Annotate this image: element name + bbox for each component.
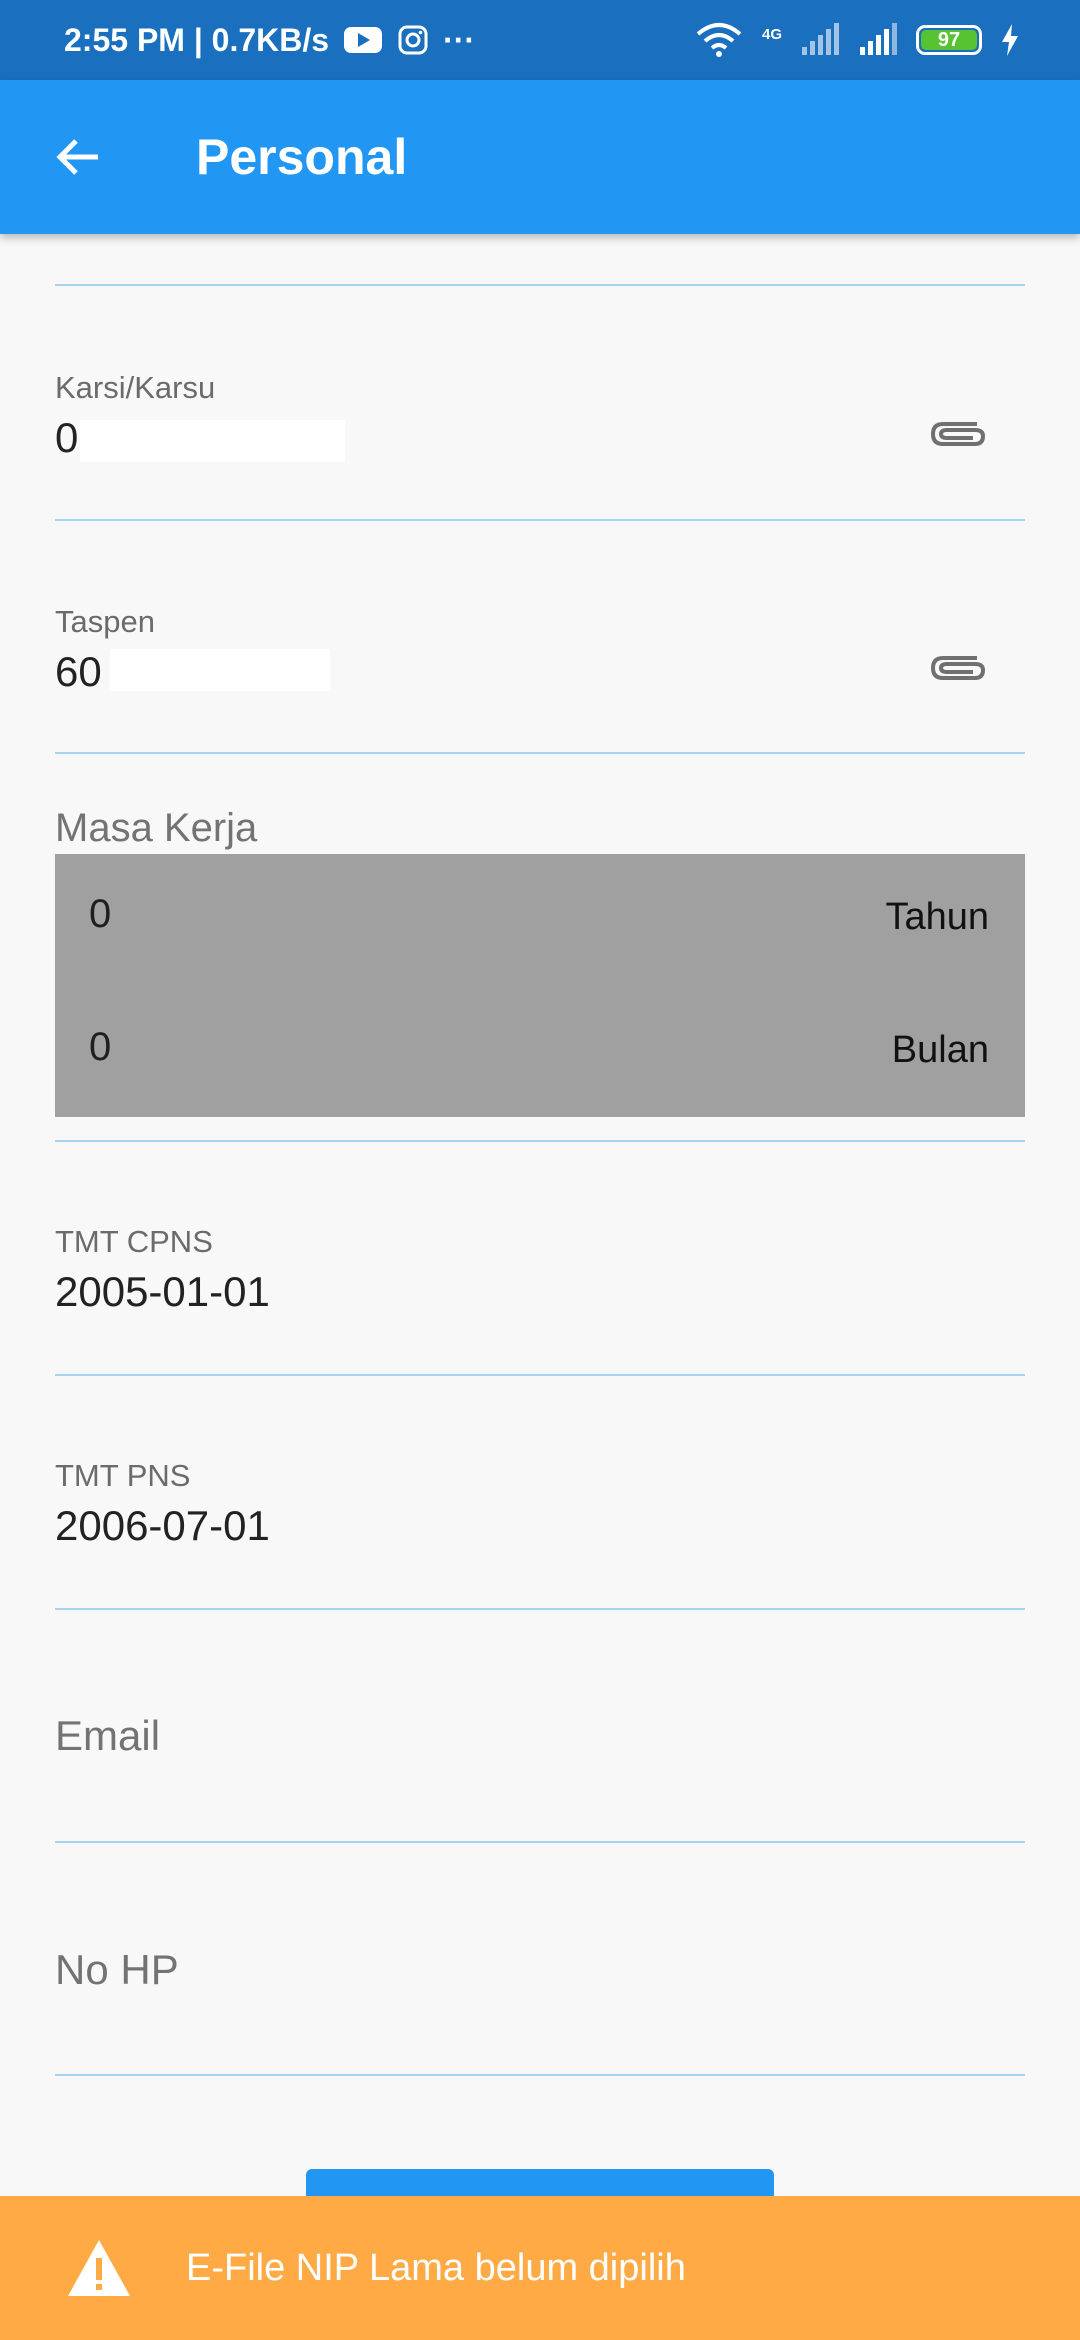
status-bar: 2:55 PM | 0.7KB/s ··· 4G 97: [0, 0, 1080, 80]
karsi-value: 0: [55, 414, 79, 461]
status-left: 2:55 PM | 0.7KB/s ···: [64, 22, 475, 59]
battery-level: 97: [937, 28, 961, 51]
divider: [55, 1374, 1025, 1376]
email-hint: Email: [55, 1712, 161, 1759]
divider: [55, 1140, 1025, 1142]
status-right: 4G 97: [694, 22, 1020, 58]
snackbar-message: E-File NIP Lama belum dipilih: [186, 2246, 686, 2289]
wifi-icon: [696, 23, 742, 57]
bulan-value: 0: [89, 1025, 112, 1069]
masa-kerja-panel: 0 Tahun 0 Bulan: [55, 854, 1025, 1117]
tmt-pns-value: 2006-07-01: [55, 1502, 270, 1549]
charging-icon: [1002, 24, 1018, 56]
divider: [55, 752, 1025, 754]
status-time: 2:55 PM | 0.7KB/s: [64, 21, 330, 58]
paperclip-icon[interactable]: [929, 414, 989, 454]
tahun-unit: Tahun: [885, 896, 989, 938]
app-bar: Personal: [0, 80, 1080, 234]
masa-kerja-bulan-row[interactable]: 0 Bulan: [55, 997, 1025, 1097]
divider: [55, 1608, 1025, 1610]
snackbar: E-File NIP Lama belum dipilih: [0, 2196, 1080, 2340]
page-title: Personal: [196, 129, 408, 185]
redacted-area: [110, 649, 330, 691]
tmt-cpns-value: 2005-01-01: [55, 1268, 270, 1315]
paperclip-icon[interactable]: [929, 648, 989, 688]
taspen-label: Taspen: [55, 604, 155, 639]
bulan-unit: Bulan: [891, 1029, 989, 1071]
back-button[interactable]: [38, 117, 118, 197]
youtube-icon: [344, 27, 383, 53]
no-hp-hint: No HP: [55, 1946, 179, 1993]
instagram-icon: [398, 25, 428, 55]
network-type: 4G: [761, 26, 782, 43]
karsi-label: Karsi/Karsu: [55, 370, 216, 405]
divider: [55, 2074, 1025, 2076]
tmt-cpns-label: TMT CPNS: [55, 1224, 213, 1259]
masa-kerja-label: Masa Kerja: [55, 806, 258, 850]
signal-icon-sim2: [860, 23, 897, 55]
masa-kerja-tahun-row[interactable]: 0 Tahun: [55, 864, 1025, 964]
divider: [55, 1841, 1025, 1843]
divider: [55, 284, 1025, 286]
warning-triangle-icon: [68, 2240, 130, 2296]
divider: [55, 519, 1025, 521]
battery-indicator: 97: [916, 25, 982, 55]
signal-icon-sim1: [802, 23, 839, 55]
arrow-left-icon: [56, 139, 98, 175]
more-notifications-icon: ···: [443, 21, 476, 58]
tmt-pns-label: TMT PNS: [55, 1458, 191, 1493]
taspen-value: 60: [55, 648, 102, 695]
tahun-value: 0: [89, 892, 112, 936]
redacted-area: [80, 420, 345, 462]
